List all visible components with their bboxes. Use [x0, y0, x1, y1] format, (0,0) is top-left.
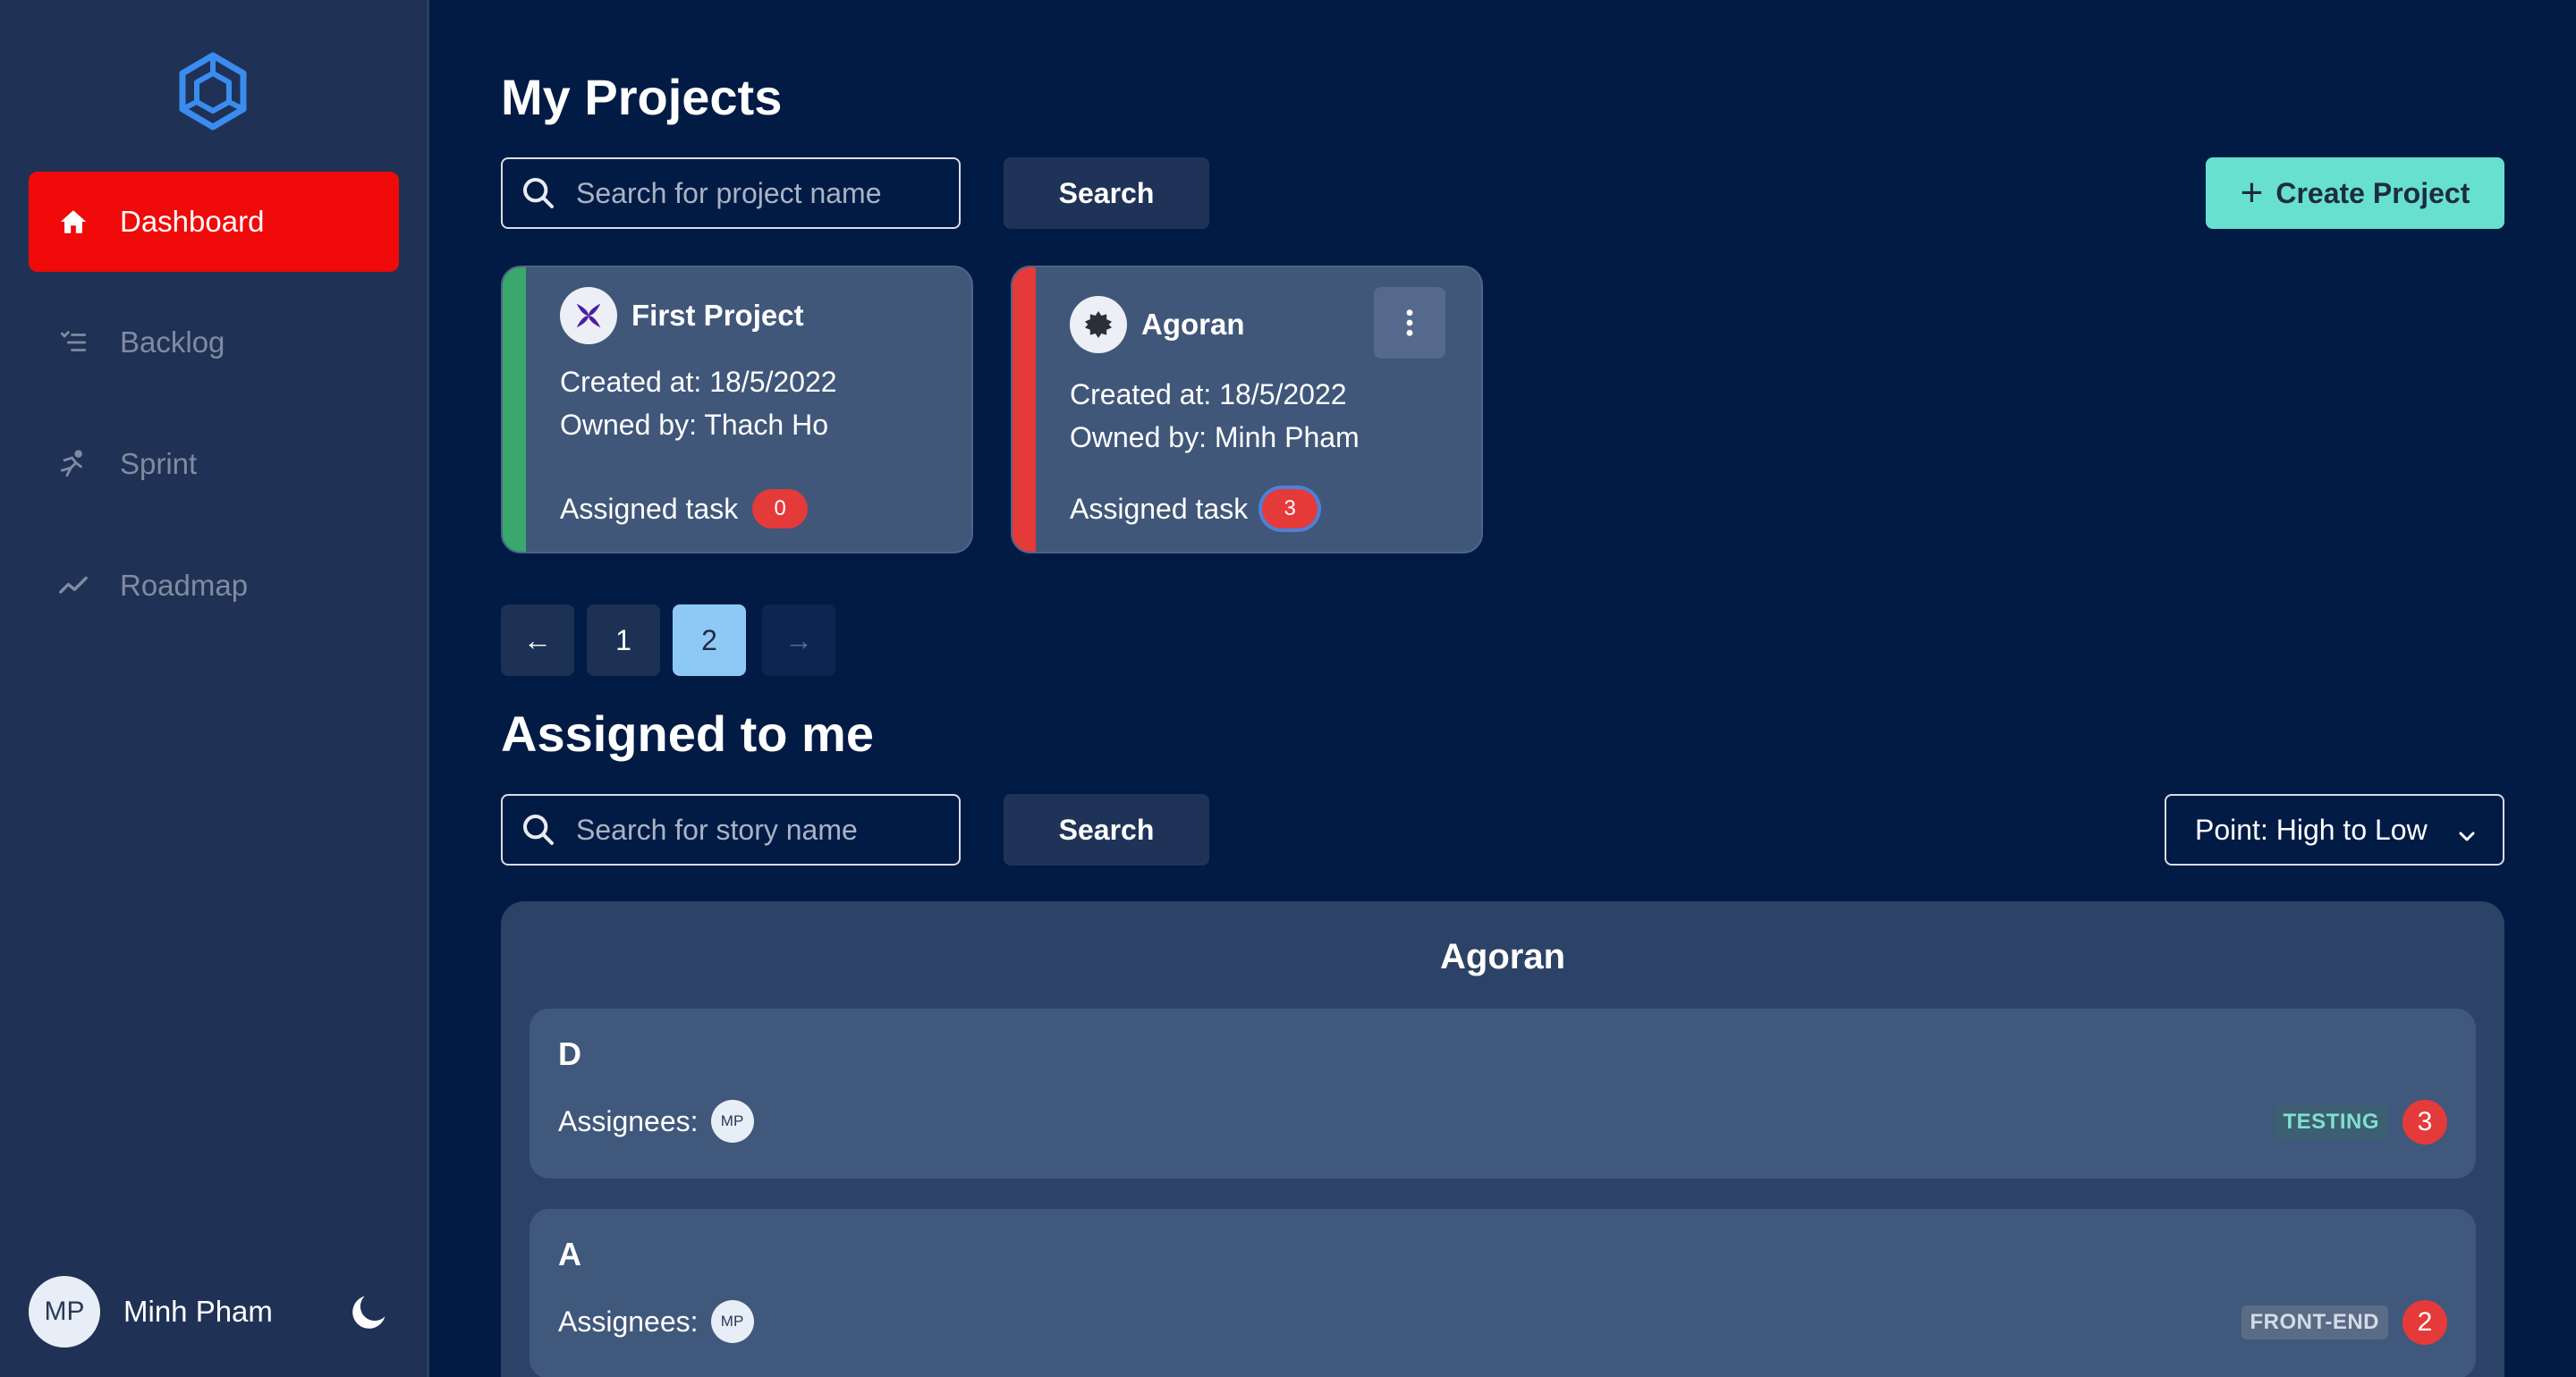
- project-card-first-project[interactable]: First Project Created at: 18/5/2022 Owne…: [501, 266, 973, 553]
- sidebar-item-backlog[interactable]: Backlog: [29, 292, 399, 393]
- chevron-down-icon: [2456, 821, 2478, 842]
- assignees-label: Assignees:: [558, 1305, 699, 1338]
- status-badge: TESTING: [2274, 1105, 2388, 1139]
- story-group-agoran: Agoran D Assignees: MP TESTING 3 A Assig…: [501, 901, 2504, 1377]
- project-search-button[interactable]: Search: [1004, 157, 1209, 229]
- dark-mode-moon-icon[interactable]: [346, 1288, 393, 1335]
- avatar[interactable]: MP: [710, 1300, 754, 1343]
- search-icon: [521, 812, 556, 848]
- user-name: Minh Pham: [123, 1295, 273, 1328]
- arrow-right-icon: →: [784, 623, 813, 656]
- avatar[interactable]: MP: [29, 1276, 100, 1347]
- create-project-button[interactable]: + Create Project: [2206, 157, 2504, 229]
- story-name: A: [558, 1236, 581, 1272]
- sidebar-item-dashboard[interactable]: Dashboard: [29, 172, 399, 272]
- story-points-badge: 3: [2402, 1100, 2447, 1145]
- sidebar-item-label: Sprint: [120, 447, 198, 480]
- sort-value: Point: High to Low: [2195, 813, 2428, 846]
- story-group-title: Agoran: [1440, 937, 1565, 976]
- story-search-input[interactable]: [576, 813, 952, 847]
- sidebar-item-label: Dashboard: [120, 205, 265, 238]
- pagination-page-2[interactable]: 2: [673, 604, 746, 676]
- project-name[interactable]: Agoran: [1141, 308, 1245, 342]
- assigned-task-label: Assigned task: [1070, 492, 1249, 525]
- project-card-agoran[interactable]: Agoran Created at: 18/5/2022 Owned by: M…: [1011, 266, 1483, 553]
- project-created-date: Created at: 18/5/2022: [1070, 378, 1347, 410]
- sprint-runner-icon: [57, 448, 89, 480]
- sidebar-item-label: Roadmap: [120, 569, 249, 602]
- project-search-box[interactable]: [501, 157, 961, 229]
- assigned-task-label: Assigned task: [560, 492, 739, 525]
- story-name: D: [558, 1035, 581, 1072]
- sidebar-item-label: Backlog: [120, 325, 225, 359]
- project-search-input[interactable]: [576, 176, 952, 210]
- story-search-box[interactable]: [501, 794, 961, 866]
- create-project-label: Create Project: [2275, 176, 2470, 209]
- status-badge: FRONT-END: [2241, 1305, 2388, 1339]
- arrow-left-icon: ←: [523, 623, 552, 656]
- story-meta: TESTING 3: [2274, 1100, 2447, 1145]
- story-assignees: Assignees: MP: [558, 1300, 754, 1343]
- page-title: My Projects: [501, 69, 783, 125]
- project-created-date: Created at: 18/5/2022: [560, 366, 837, 398]
- story-card-d[interactable]: D Assignees: MP TESTING 3: [530, 1009, 2476, 1178]
- project-name[interactable]: First Project: [631, 299, 804, 333]
- story-assignees: Assignees: MP: [558, 1100, 754, 1143]
- project-owner: Owned by: Thach Ho: [560, 409, 829, 441]
- project-assigned-task: Assigned task 3: [1070, 489, 1318, 528]
- project-color-stripe: [1013, 267, 1036, 552]
- assigned-count-badge: 3: [1262, 489, 1318, 528]
- pagination-page-1[interactable]: 1: [587, 604, 660, 676]
- pagination-next-button[interactable]: →: [762, 604, 835, 676]
- avatar[interactable]: MP: [710, 1100, 754, 1143]
- search-icon: [521, 175, 556, 211]
- project-owner: Owned by: Minh Pham: [1070, 421, 1360, 453]
- story-points-badge: 2: [2402, 1300, 2447, 1345]
- user-profile[interactable]: MP Minh Pham: [29, 1276, 404, 1347]
- assignees-label: Assignees:: [558, 1104, 699, 1137]
- pagination-prev-button[interactable]: ←: [501, 604, 574, 676]
- project-assigned-task: Assigned task 0: [560, 489, 809, 528]
- home-icon: [57, 206, 89, 238]
- story-card-a[interactable]: A Assignees: MP FRONT-END 2: [530, 1209, 2476, 1377]
- assigned-count-badge: 0: [752, 489, 809, 528]
- section-title-assigned: Assigned to me: [501, 705, 874, 762]
- project-gear-badge-icon: [1070, 296, 1127, 353]
- app-logo-icon[interactable]: [177, 52, 249, 131]
- project-color-stripe: [503, 267, 526, 552]
- story-meta: FRONT-END 2: [2241, 1300, 2447, 1345]
- project-x-icon: [560, 287, 617, 344]
- sidebar: Dashboard Backlog Sprint Roadmap MP Minh…: [0, 0, 429, 1377]
- sidebar-item-sprint[interactable]: Sprint: [29, 414, 399, 514]
- backlog-list-icon: [57, 326, 89, 359]
- story-search-button[interactable]: Search: [1004, 794, 1209, 866]
- sidebar-item-roadmap[interactable]: Roadmap: [29, 536, 399, 636]
- plus-icon: +: [2240, 171, 2264, 215]
- more-options-icon[interactable]: [1374, 287, 1445, 359]
- roadmap-trend-icon: [57, 570, 89, 602]
- sort-dropdown[interactable]: Point: High to Low: [2165, 794, 2504, 866]
